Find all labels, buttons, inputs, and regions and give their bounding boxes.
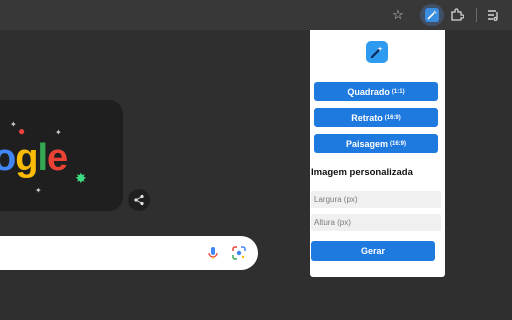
preset-landscape-button[interactable]: Paisagem (16:9) <box>314 134 438 153</box>
extension-popup: Quadrado (1:1) Retrato (16:9) Paisagem (… <box>310 30 445 277</box>
height-input[interactable] <box>311 214 441 231</box>
sparkle-icon: ✦ <box>35 186 42 195</box>
magic-wand-icon <box>425 8 439 22</box>
share-button[interactable] <box>128 189 150 211</box>
search-bar[interactable] <box>0 236 258 270</box>
share-icon <box>134 194 144 206</box>
doodle-logo-text: ogle <box>0 137 68 179</box>
sparkle-icon: ✦ <box>55 128 62 137</box>
google-lens-icon[interactable] <box>231 245 247 261</box>
preset-portrait-button[interactable]: Retrato (16:9) <box>314 108 438 127</box>
width-input[interactable] <box>311 191 441 208</box>
firework-icon: ● <box>18 124 26 138</box>
browser-toolbar: ☆ <box>0 0 512 30</box>
bookmark-star-icon[interactable]: ☆ <box>388 5 408 25</box>
google-doodle[interactable]: ✦ ✦ ✦ ✸ ● ogle <box>0 100 123 211</box>
sparkle-icon: ✸ <box>75 170 87 186</box>
preset-label: Retrato <box>351 112 383 123</box>
reading-list-icon[interactable] <box>484 5 504 25</box>
extension-active-button[interactable] <box>420 4 444 26</box>
preset-ratio: (1:1) <box>391 88 405 95</box>
preset-ratio: (16:9) <box>390 140 407 147</box>
microphone-icon[interactable] <box>205 245 221 261</box>
extensions-puzzle-icon[interactable] <box>447 5 467 25</box>
preset-square-button[interactable]: Quadrado (1:1) <box>314 82 438 101</box>
sparkle-icon: ✦ <box>10 120 17 129</box>
preset-label: Paisagem <box>345 138 388 149</box>
preset-ratio: (16:9) <box>384 114 401 121</box>
toolbar-divider <box>476 8 477 22</box>
preset-label: Quadrado <box>347 86 390 97</box>
generate-button[interactable]: Gerar <box>311 241 435 261</box>
custom-image-heading: Imagem personalizada <box>311 167 413 178</box>
extension-logo-icon <box>366 41 388 63</box>
